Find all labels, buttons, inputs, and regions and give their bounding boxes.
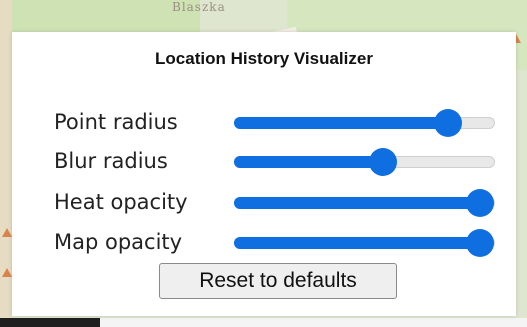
- slider-thumb[interactable]: [466, 229, 494, 257]
- slider-label: Heat opacity: [54, 190, 188, 214]
- slider-thumb[interactable]: [466, 189, 494, 217]
- map-place-label: Blaszka: [172, 0, 226, 14]
- heat-opacity-slider[interactable]: [234, 189, 495, 217]
- slider-row-point-radius: Point radius: [54, 107, 504, 137]
- slider-label: Map opacity: [54, 230, 183, 254]
- controls-panel: Location History Visualizer Point radius…: [12, 32, 516, 316]
- reset-to-defaults-button[interactable]: Reset to defaults: [159, 263, 397, 299]
- map-marker-icon: [2, 228, 12, 237]
- slider-thumb[interactable]: [368, 148, 397, 176]
- bottom-bar: [0, 318, 527, 327]
- panel-title: Location History Visualizer: [155, 49, 373, 68]
- slider-fill: [234, 156, 383, 168]
- bottom-bar-dark-segment: [0, 318, 100, 327]
- slider-row-heat-opacity: Heat opacity: [54, 187, 504, 217]
- slider-thumb[interactable]: [433, 109, 462, 137]
- point-radius-slider[interactable]: [234, 109, 495, 137]
- slider-fill: [234, 117, 448, 129]
- slider-row-blur-radius: Blur radius: [54, 146, 504, 176]
- slider-row-map-opacity: Map opacity: [54, 227, 504, 257]
- map-edge: [0, 0, 12, 327]
- slider-fill: [234, 197, 480, 209]
- map-marker-icon: [2, 268, 12, 277]
- blur-radius-slider[interactable]: [234, 148, 495, 176]
- slider-label: Blur radius: [54, 149, 168, 173]
- map-opacity-slider[interactable]: [234, 229, 495, 257]
- slider-fill: [234, 237, 480, 249]
- slider-label: Point radius: [54, 110, 178, 134]
